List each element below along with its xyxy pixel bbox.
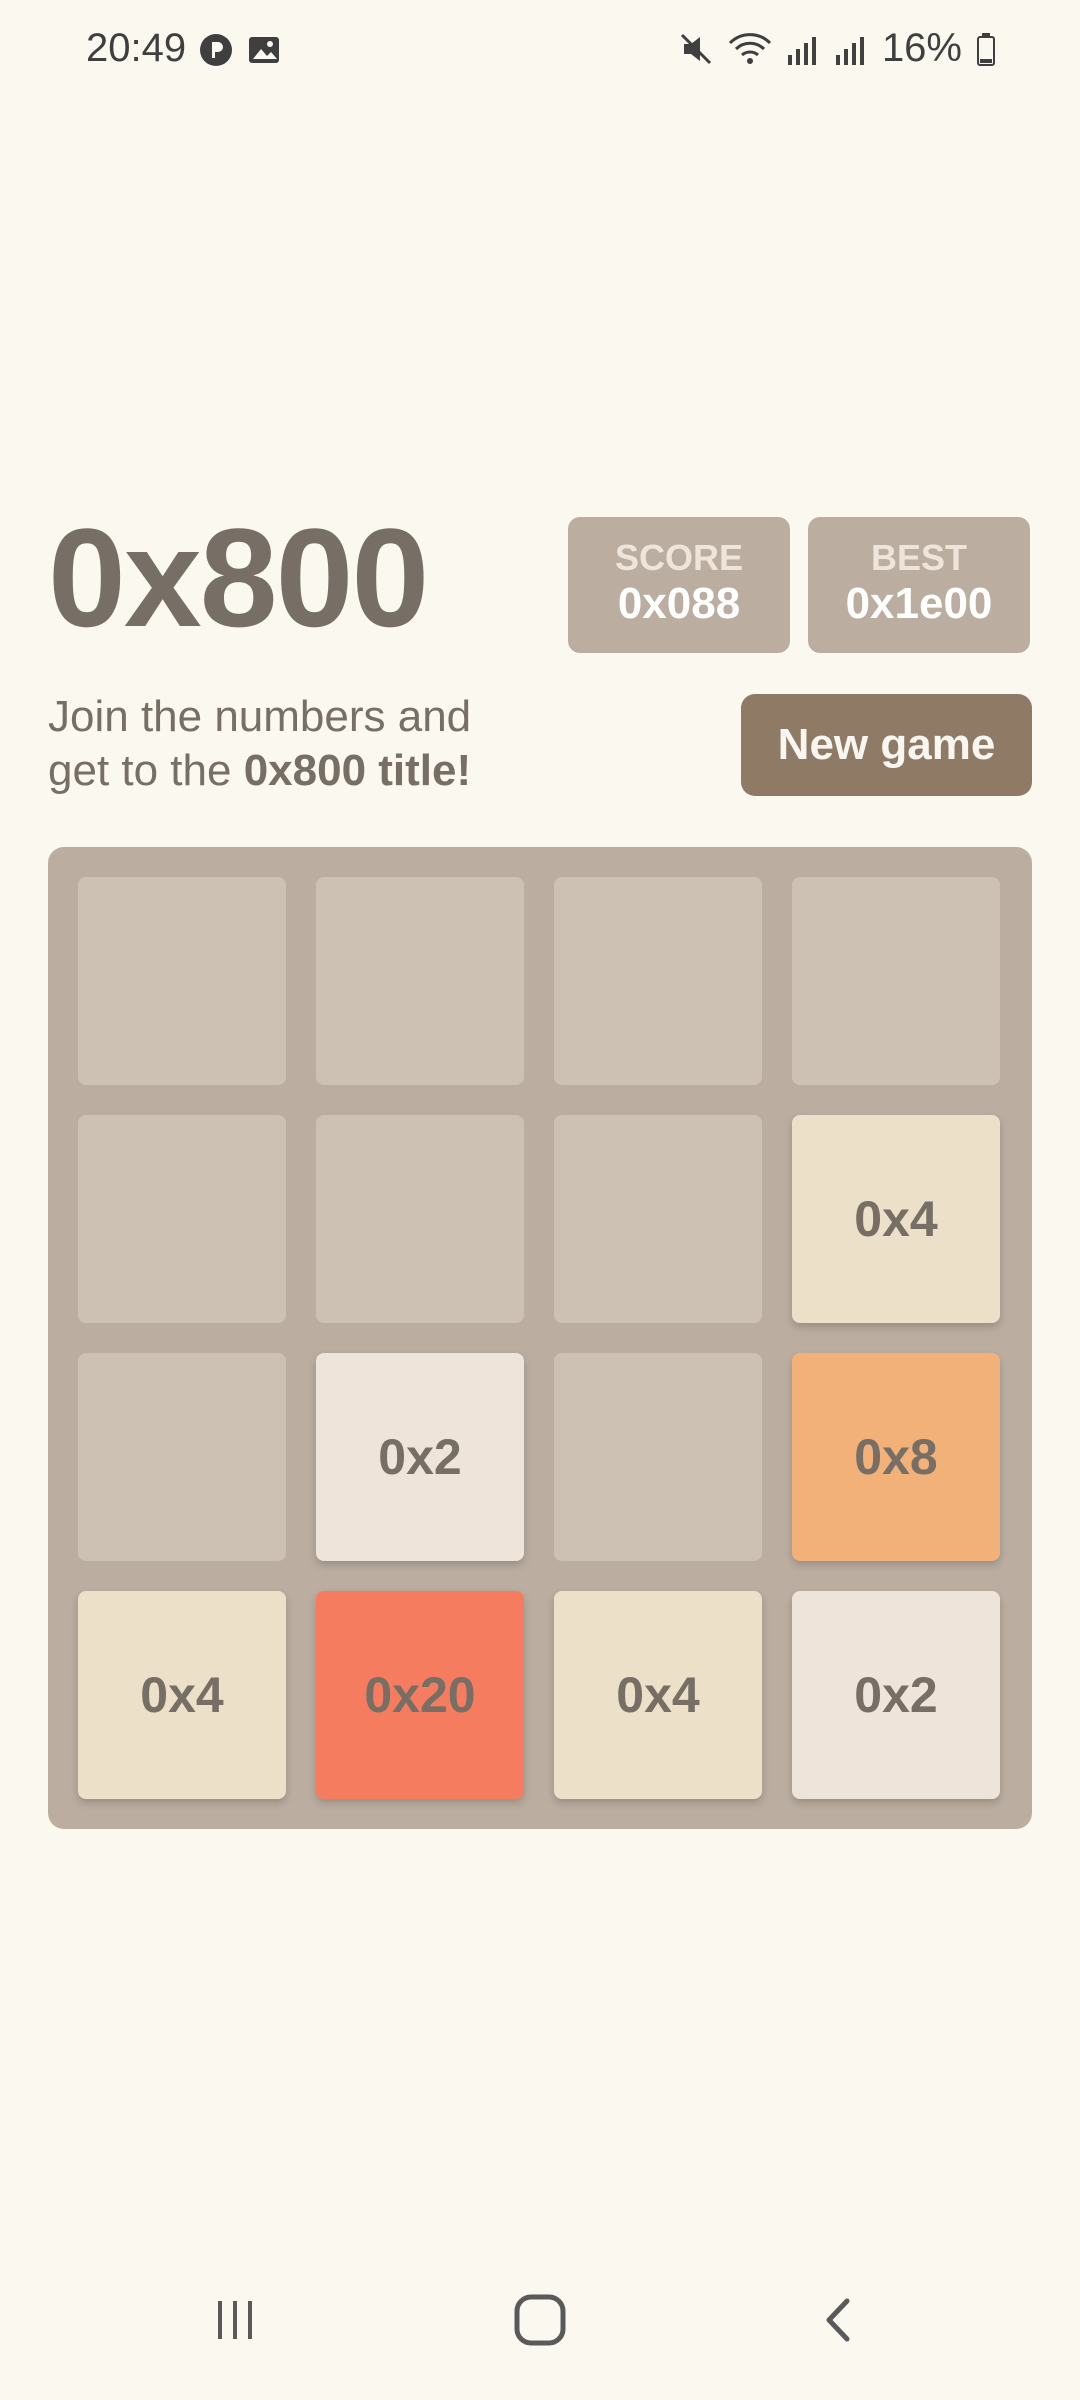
status-left-icons bbox=[198, 32, 282, 68]
empty-cell bbox=[78, 1115, 286, 1323]
tile: 0x4 bbox=[554, 1591, 762, 1799]
score-label: SCORE bbox=[614, 537, 744, 578]
tile: 0x20 bbox=[316, 1591, 524, 1799]
mute-icon bbox=[680, 33, 711, 64]
empty-cell bbox=[554, 1115, 762, 1323]
image-icon bbox=[249, 37, 279, 63]
empty-cell bbox=[78, 877, 286, 1085]
empty-cell bbox=[316, 877, 524, 1085]
score-box: SCORE 0x088 bbox=[568, 517, 790, 653]
signal-icon-2 bbox=[835, 36, 864, 65]
empty-cell bbox=[792, 877, 1000, 1085]
game-screen: 20:49 16% 0x800 SCORE 0x088 BEST 0x1e00 … bbox=[0, 0, 1080, 2400]
recent-apps-icon bbox=[218, 2301, 252, 2339]
tile: 0x2 bbox=[316, 1353, 524, 1561]
game-board[interactable]: 0x4 0x2 0x8 0x4 0x20 0x4 0x2 bbox=[48, 847, 1032, 1829]
battery-icon bbox=[977, 32, 995, 66]
game-title: 0x800 bbox=[48, 499, 429, 656]
empty-cell bbox=[554, 1353, 762, 1561]
status-right: 16% bbox=[678, 26, 996, 71]
tile: 0x4 bbox=[792, 1115, 1000, 1323]
home-icon bbox=[514, 2294, 566, 2346]
tile: 0x4 bbox=[78, 1591, 286, 1799]
signal-icon bbox=[787, 36, 816, 65]
intro-line-1: Join the numbers and bbox=[48, 692, 472, 741]
empty-cell bbox=[316, 1115, 524, 1323]
recent-apps-button[interactable] bbox=[180, 2270, 290, 2370]
status-time: 20:49 bbox=[86, 26, 187, 70]
tile: 0x2 bbox=[792, 1591, 1000, 1799]
home-button[interactable] bbox=[485, 2270, 595, 2370]
game-intro: Join the numbers and get to the 0x800 ti… bbox=[48, 690, 471, 798]
best-value: 0x1e00 bbox=[845, 579, 993, 628]
best-label: BEST bbox=[870, 537, 967, 578]
intro-line-2: get to the 0x800 title! bbox=[48, 744, 471, 798]
tile: 0x8 bbox=[792, 1353, 1000, 1561]
new-game-button[interactable]: New game bbox=[741, 694, 1032, 796]
navigation-bar bbox=[0, 2250, 1080, 2400]
wifi-icon bbox=[728, 32, 772, 64]
back-button[interactable] bbox=[785, 2270, 895, 2370]
status-bar: 20:49 16% bbox=[0, 0, 1080, 100]
back-icon bbox=[826, 2298, 850, 2342]
intro-line-2-prefix: get to the bbox=[48, 746, 244, 795]
empty-cell bbox=[554, 877, 762, 1085]
best-score-box: BEST 0x1e00 bbox=[808, 517, 1030, 653]
p-circle-icon bbox=[200, 34, 232, 66]
battery-percent: 16% bbox=[881, 26, 962, 70]
score-value: 0x088 bbox=[617, 579, 741, 628]
empty-cell bbox=[78, 1353, 286, 1561]
intro-goal: 0x800 title! bbox=[243, 746, 472, 795]
